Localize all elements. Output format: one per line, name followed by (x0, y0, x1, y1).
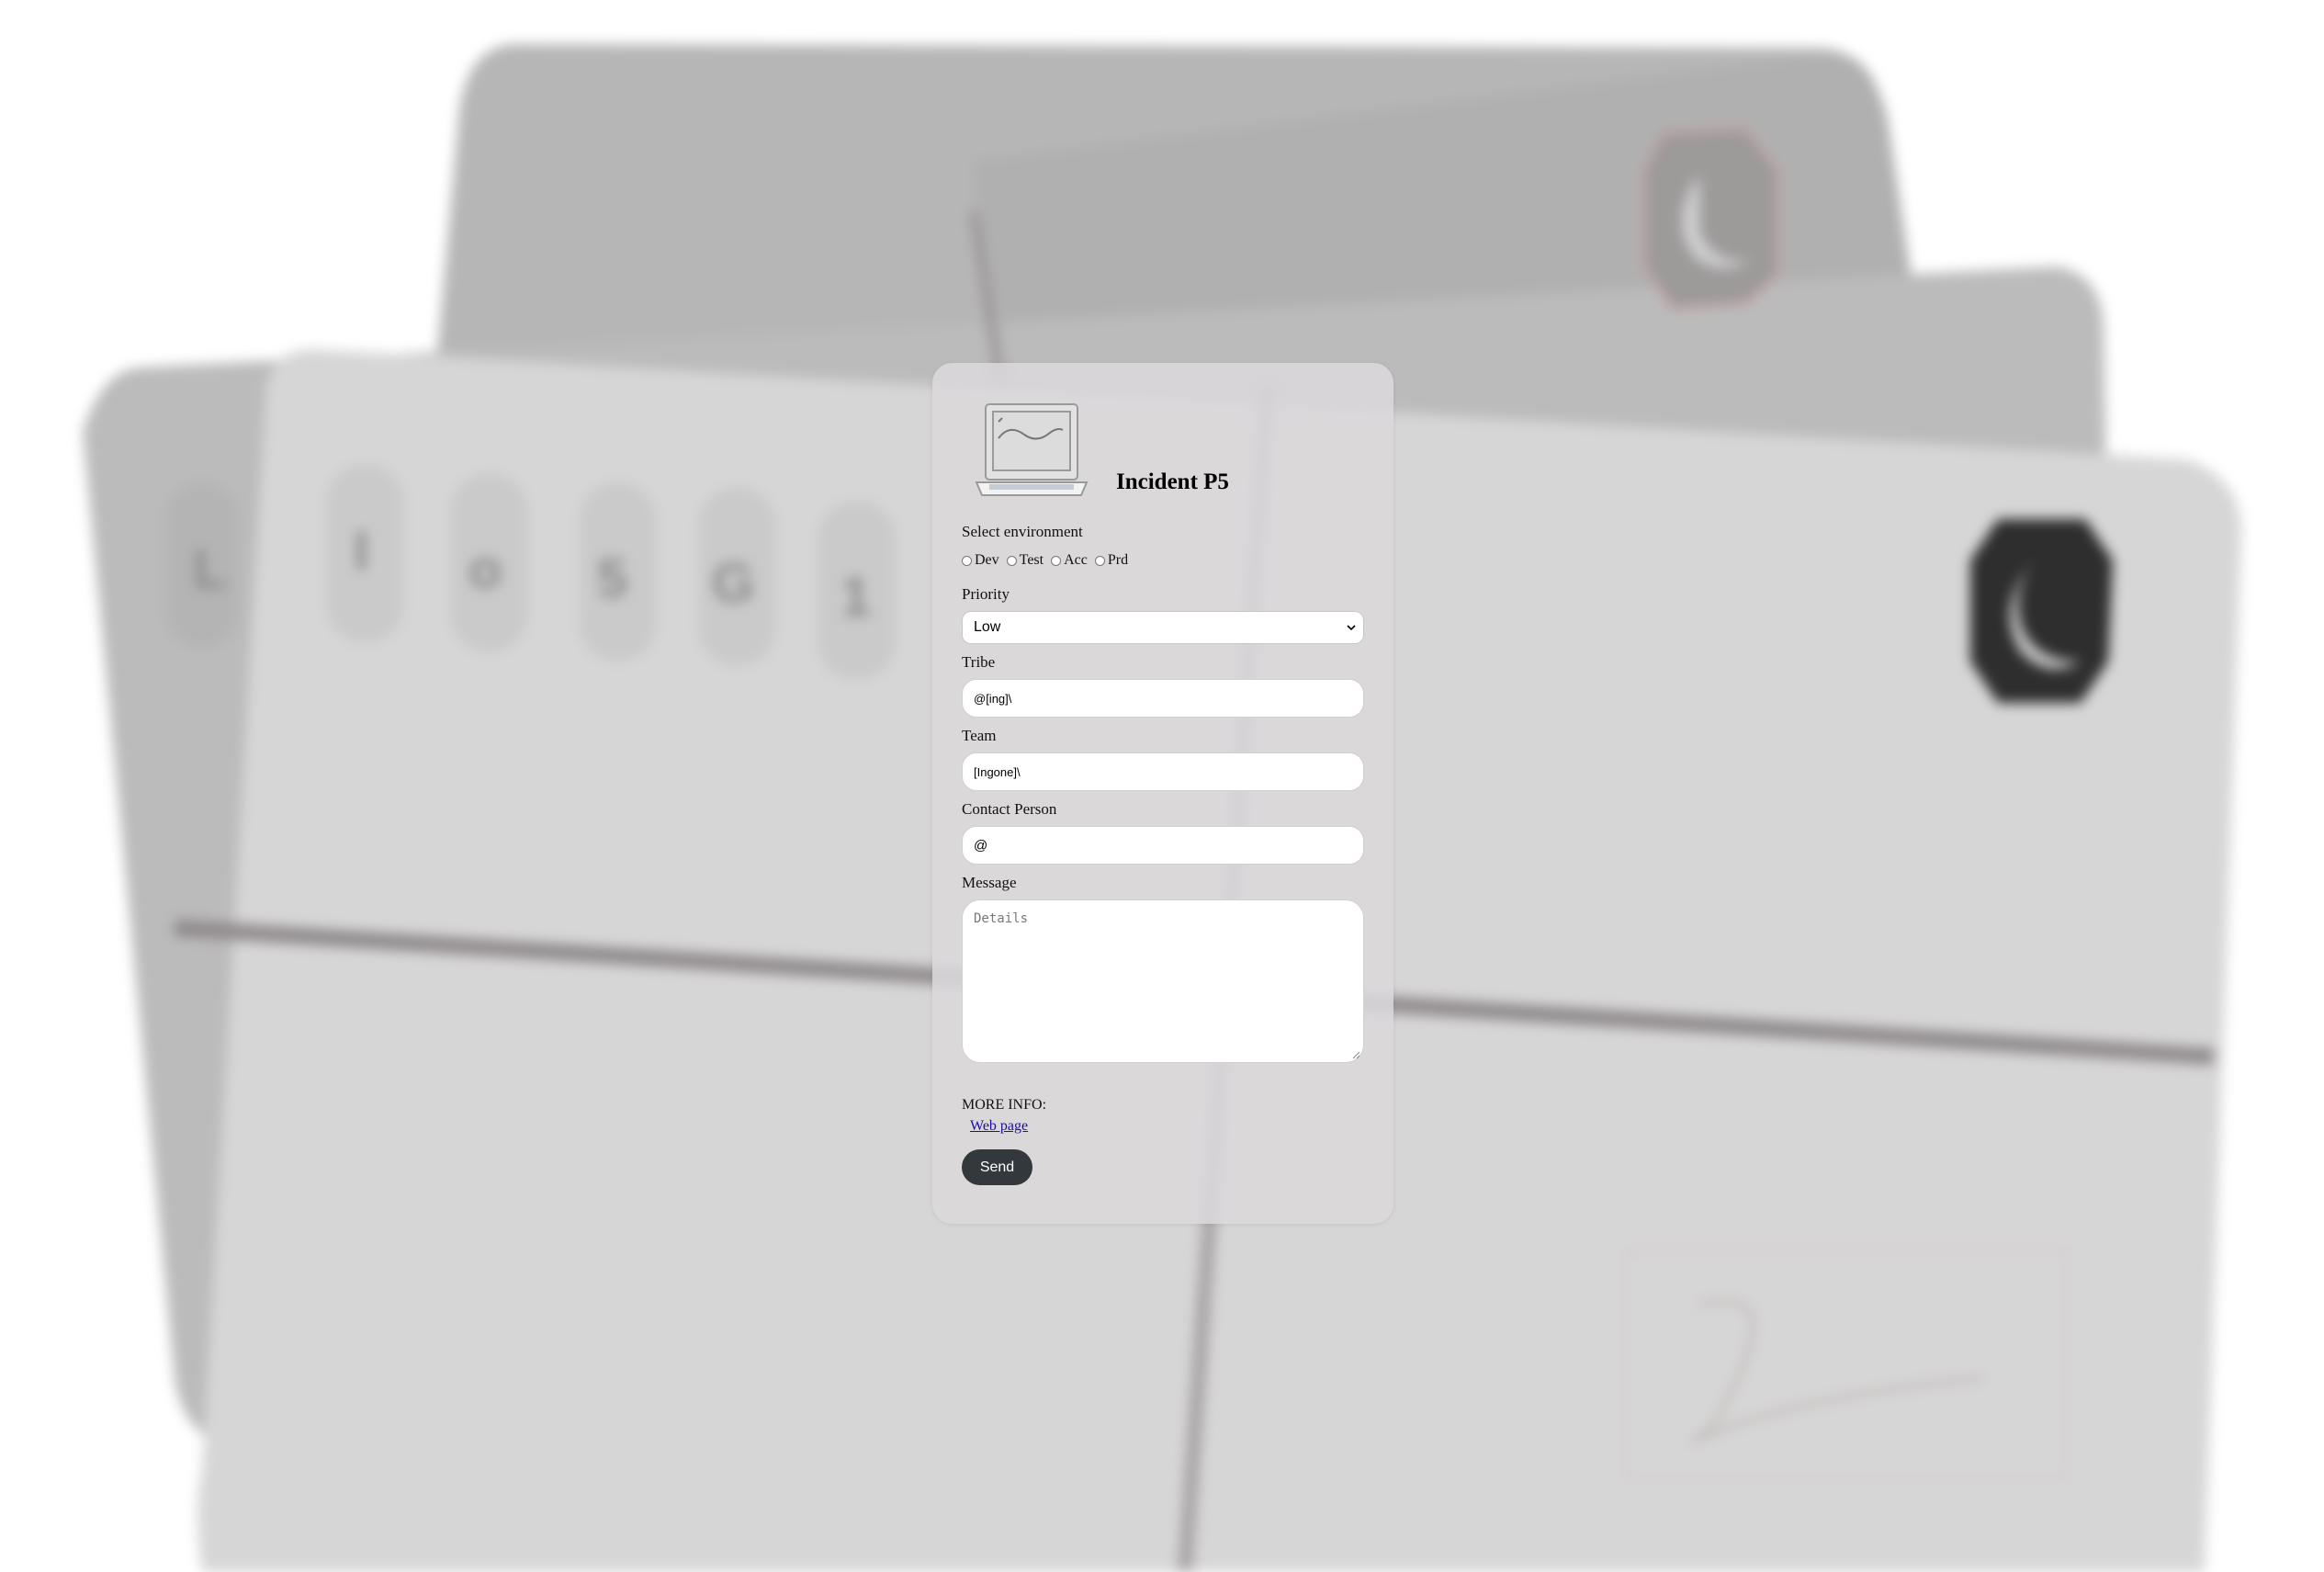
message-placeholder: Details (974, 911, 1029, 926)
contact-person-value: @ (974, 837, 988, 854)
contact-person-label: Contact Person (962, 800, 1057, 818)
radio-prd-circle[interactable] (1094, 555, 1105, 566)
svg-text:o: o (468, 538, 502, 600)
environment-label: Select environment (962, 523, 1083, 540)
laptop-icon (975, 403, 1089, 496)
radio-dev-circle[interactable] (962, 555, 972, 566)
svg-text:5: 5 (597, 548, 627, 609)
radio-test-circle[interactable] (1006, 555, 1017, 566)
team-label: Team (962, 727, 997, 744)
svg-text:L: L (193, 538, 227, 600)
tribe-label: Tribe (962, 653, 996, 671)
radio-prd-label: Prd (1107, 552, 1129, 568)
radio-acc-label: Acc (1064, 552, 1088, 568)
radio-acc-circle[interactable] (1051, 555, 1062, 566)
web-page-link[interactable]: Web page (970, 1118, 1028, 1135)
radio-acc[interactable]: Acc (1051, 552, 1088, 569)
incident-form-card: Incident P5 Select environment Dev Test … (932, 363, 1393, 1224)
more-info-label: MORE INFO: (962, 1097, 1047, 1113)
radio-dev[interactable]: Dev (962, 552, 999, 569)
radio-test[interactable]: Test (1006, 552, 1044, 569)
radio-dev-label: Dev (975, 552, 999, 568)
tribe-value: @[ing]\ (974, 691, 1012, 706)
contact-person-input[interactable]: @ (962, 826, 1364, 865)
svg-text:G: G (712, 552, 755, 614)
radio-test-label: Test (1019, 552, 1044, 568)
priority-label: Priority (962, 585, 1010, 603)
resize-grip-icon[interactable] (1351, 1050, 1360, 1059)
team-value: [Ingone]\ (974, 764, 1021, 779)
tribe-input[interactable]: @[ing]\ (962, 679, 1364, 718)
radio-prd[interactable]: Prd (1094, 552, 1129, 569)
svg-text:I: I (354, 520, 369, 582)
form-header: Incident P5 (962, 400, 1364, 501)
moon-badge-back-icon (1642, 126, 1779, 311)
chevron-down-icon (1347, 625, 1356, 631)
priority-select[interactable]: Low (962, 611, 1364, 644)
send-button[interactable]: Send (962, 1149, 1032, 1185)
message-textarea[interactable]: Details (962, 899, 1364, 1063)
team-input[interactable]: [Ingone]\ (962, 752, 1364, 791)
moon-badge-icon (1970, 519, 2113, 703)
priority-value: Low (974, 619, 1001, 635)
svg-text:1: 1 (840, 566, 871, 628)
form-title: Incident P5 (1116, 469, 1229, 494)
environment-radio-group: Dev Test Acc Prd (962, 550, 1364, 571)
message-label: Message (962, 874, 1017, 891)
